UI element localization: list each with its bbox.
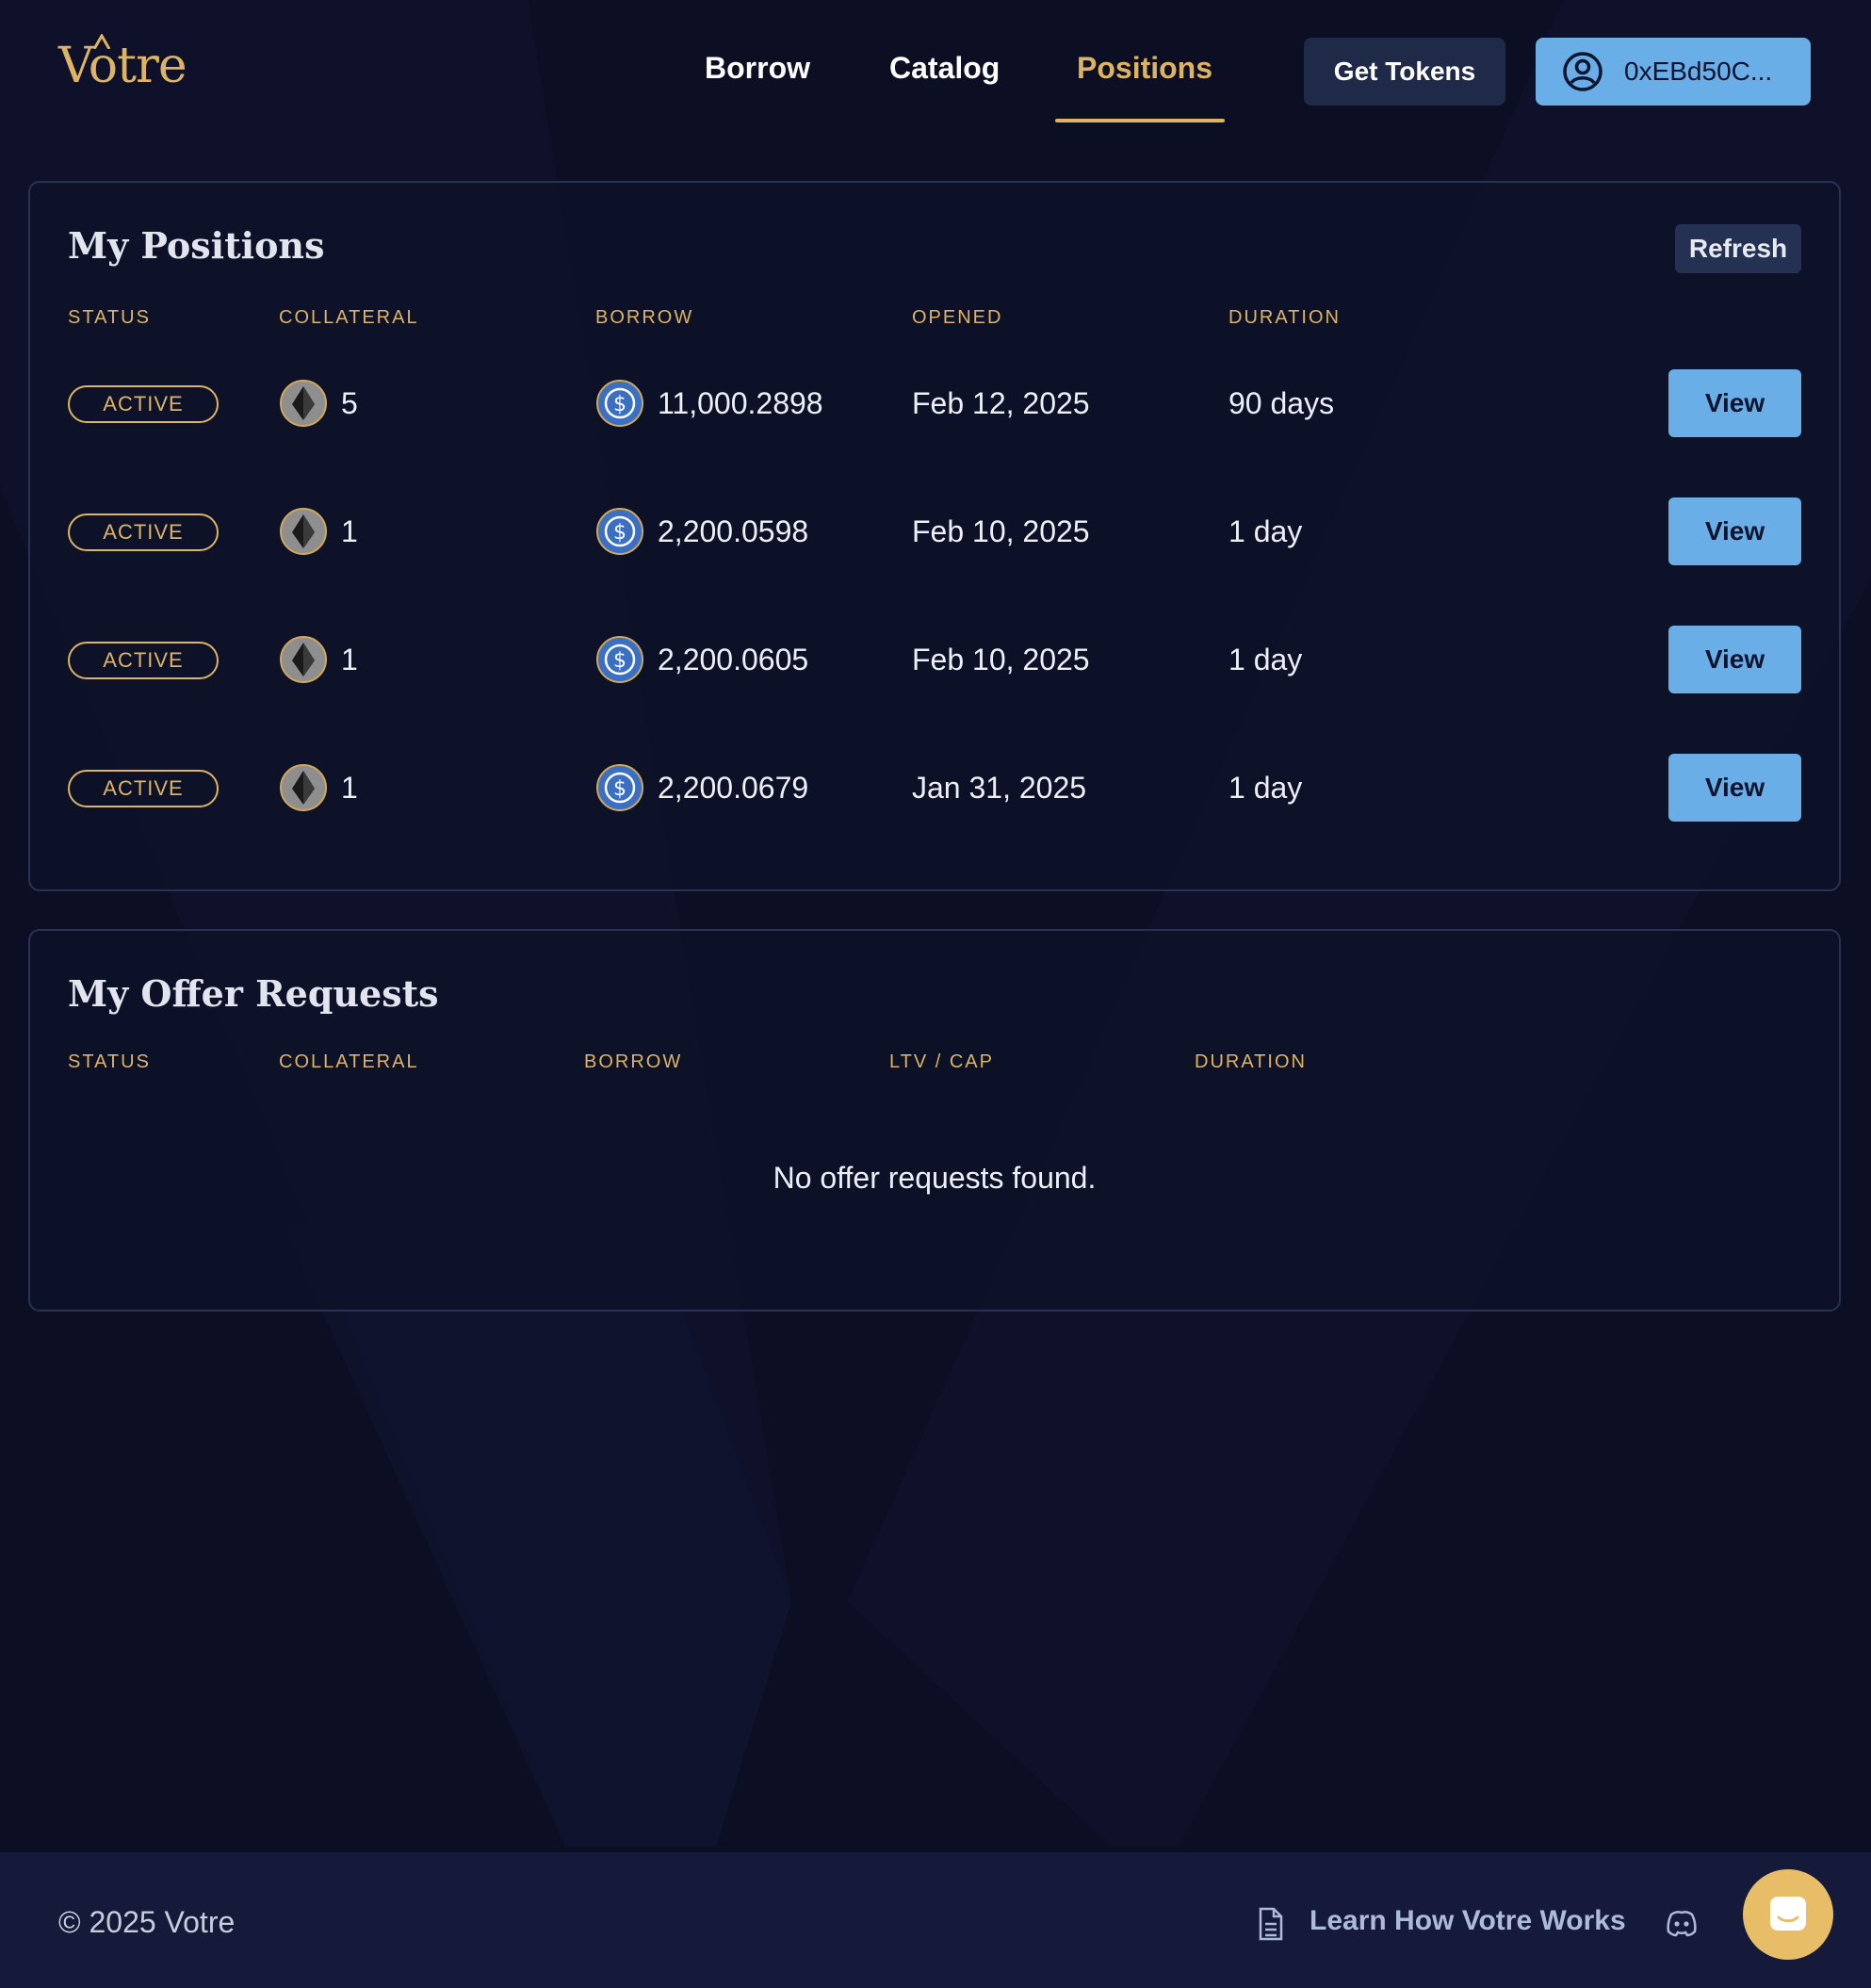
nav-catalog[interactable]: Catalog xyxy=(889,51,1000,86)
borrow-amount: 2,200.0605 xyxy=(658,643,809,676)
top-nav: Votre Borrow Catalog Positions Get Token… xyxy=(0,0,1871,141)
nav-positions[interactable]: Positions xyxy=(1077,51,1212,86)
offer-requests-card: My Offer Requests STATUS COLLATERAL BORR… xyxy=(28,929,1841,1312)
view-button[interactable]: View xyxy=(1668,497,1801,565)
svg-text:$: $ xyxy=(613,393,626,416)
opened-date: Feb 12, 2025 xyxy=(912,386,1090,420)
learn-how-link[interactable]: Learn How Votre Works xyxy=(1310,1905,1626,1937)
collateral-amount: 1 xyxy=(341,643,358,676)
refresh-label: Refresh xyxy=(1688,234,1788,263)
position-row: ACTIVE 5 $ 11,000.2898 Feb 12, 2025 90 d… xyxy=(30,369,1839,437)
col-head-duration: DURATION xyxy=(1228,307,1341,328)
duration-value: 1 day xyxy=(1228,514,1303,548)
col-head-collateral: COLLATERAL xyxy=(279,307,419,328)
duration-value: 1 day xyxy=(1228,643,1303,676)
wallet-address: 0xEBd50C... xyxy=(1624,57,1773,86)
collateral-amount: 1 xyxy=(341,771,358,805)
col-head-borrow: BORROW xyxy=(595,307,694,328)
wallet-button[interactable]: 0xEBd50C... xyxy=(1536,38,1811,106)
eth-token-icon xyxy=(280,380,327,427)
document-icon[interactable] xyxy=(1257,1907,1285,1941)
col-head-status: STATUS xyxy=(68,1051,151,1072)
eth-token-icon xyxy=(280,508,327,555)
positions-title: My Positions xyxy=(68,224,325,267)
votre-logo[interactable]: Votre xyxy=(58,34,187,94)
view-label: View xyxy=(1704,773,1765,802)
logo-text: Votre xyxy=(58,38,187,94)
usdc-token-icon: $ xyxy=(596,508,643,555)
nav-borrow[interactable]: Borrow xyxy=(705,51,810,86)
col-head-duration: DURATION xyxy=(1195,1051,1307,1072)
collateral-amount: 5 xyxy=(341,386,358,420)
logo-caret-icon xyxy=(92,34,111,49)
position-row: ACTIVE 1 $ 2,200.0598 Feb 10, 2025 1 day… xyxy=(30,497,1839,565)
svg-text:$: $ xyxy=(613,649,626,673)
chat-bubble-icon xyxy=(1770,1897,1806,1931)
position-row: ACTIVE 1 $ 2,200.0605 Feb 10, 2025 1 day… xyxy=(30,626,1839,693)
svg-text:$: $ xyxy=(613,521,626,545)
status-badge: ACTIVE xyxy=(68,385,219,423)
status-badge: ACTIVE xyxy=(68,513,219,551)
offer-requests-title: My Offer Requests xyxy=(68,972,439,1015)
borrow-amount: 2,200.0679 xyxy=(658,771,809,805)
view-label: View xyxy=(1704,516,1765,546)
usdc-token-icon: $ xyxy=(596,636,643,683)
empty-state-message: No offer requests found. xyxy=(773,1161,1097,1195)
opened-date: Feb 10, 2025 xyxy=(912,514,1090,548)
view-label: View xyxy=(1704,644,1765,674)
discord-icon[interactable] xyxy=(1666,1909,1698,1937)
opened-date: Jan 31, 2025 xyxy=(912,771,1087,805)
col-head-ltv-cap: LTV / CAP xyxy=(889,1051,994,1072)
eth-token-icon xyxy=(280,764,327,811)
usdc-token-icon: $ xyxy=(596,764,643,811)
duration-value: 1 day xyxy=(1228,771,1303,805)
view-button[interactable]: View xyxy=(1668,369,1801,437)
duration-value: 90 days xyxy=(1228,386,1335,420)
view-label: View xyxy=(1704,388,1765,417)
status-badge: ACTIVE xyxy=(68,770,219,807)
view-button[interactable]: View xyxy=(1668,754,1801,822)
eth-token-icon xyxy=(280,636,327,683)
borrow-amount: 2,200.0598 xyxy=(658,514,809,548)
opened-date: Feb 10, 2025 xyxy=(912,643,1090,676)
collateral-amount: 1 xyxy=(341,514,358,548)
chat-launcher-button[interactable] xyxy=(1743,1869,1833,1960)
active-nav-indicator xyxy=(1055,119,1225,122)
user-circle-icon xyxy=(1563,52,1603,91)
get-tokens-label: Get Tokens xyxy=(1333,57,1476,86)
col-head-borrow: BORROW xyxy=(584,1051,683,1072)
get-tokens-button[interactable]: Get Tokens xyxy=(1304,38,1505,106)
positions-card: My Positions Refresh STATUS COLLATERAL B… xyxy=(28,181,1841,891)
col-head-opened: OPENED xyxy=(912,307,1003,328)
col-head-collateral: COLLATERAL xyxy=(279,1051,419,1072)
svg-text:$: $ xyxy=(613,777,626,801)
position-row: ACTIVE 1 $ 2,200.0679 Jan 31, 2025 1 day… xyxy=(30,754,1839,822)
usdc-token-icon: $ xyxy=(596,380,643,427)
refresh-button[interactable]: Refresh xyxy=(1675,224,1801,273)
col-head-status: STATUS xyxy=(68,307,151,328)
view-button[interactable]: View xyxy=(1668,626,1801,693)
page: Votre Borrow Catalog Positions Get Token… xyxy=(0,0,1871,1988)
status-badge: ACTIVE xyxy=(68,642,219,679)
footer: © 2025 Votre Learn How Votre Works xyxy=(0,1852,1871,1988)
copyright-text: © 2025 Votre xyxy=(58,1905,236,1939)
borrow-amount: 11,000.2898 xyxy=(658,386,823,420)
